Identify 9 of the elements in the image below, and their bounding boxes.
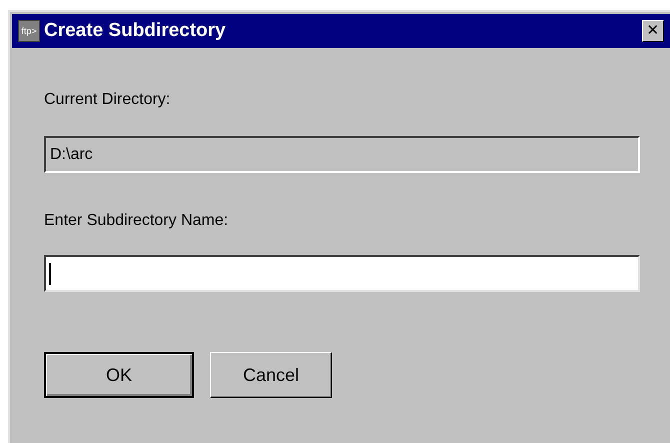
directory-value: D:\arc xyxy=(50,144,93,164)
window-title: Create Subdirectory xyxy=(44,18,227,43)
dialog-button[interactable]: Cancel xyxy=(210,352,332,398)
close-button[interactable]: ✕ xyxy=(642,20,664,42)
app-icon: ftp> xyxy=(18,20,40,42)
field-label: Current Directory: xyxy=(44,90,172,110)
name-input-field[interactable] xyxy=(44,255,640,292)
dialog-button[interactable]: OK xyxy=(44,352,194,398)
field-label: Enter Subdirectory Name: xyxy=(44,211,230,231)
